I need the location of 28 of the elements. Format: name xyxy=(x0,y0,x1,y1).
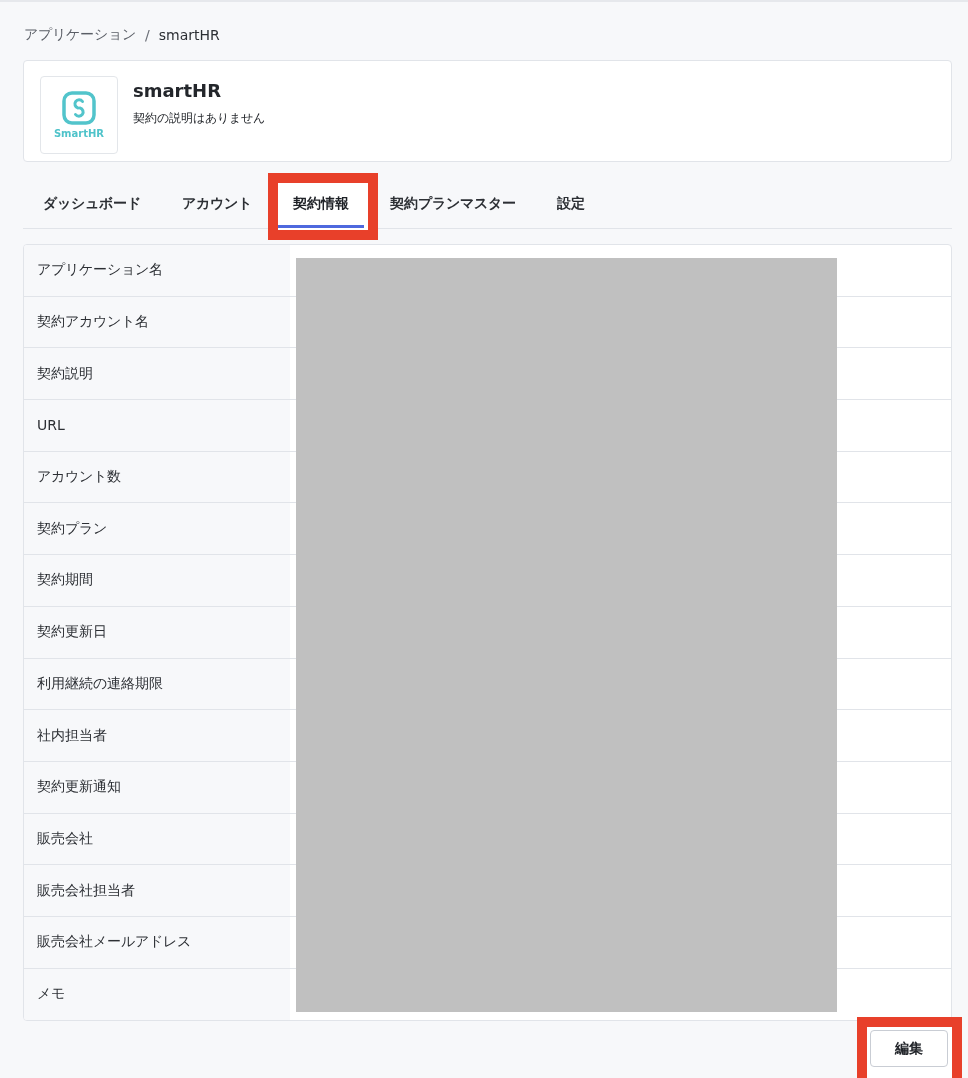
breadcrumb-link[interactable]: アプリケーション xyxy=(24,26,136,44)
row-label: 契約期間 xyxy=(24,555,290,606)
row-label: 契約プラン xyxy=(24,503,290,555)
row-label: 社内担当者 xyxy=(24,710,290,761)
row-label: 販売会社 xyxy=(24,813,290,865)
tab[interactable]: 契約プランマスター xyxy=(375,179,531,228)
row-label: 契約更新日 xyxy=(24,606,290,658)
row-label: 販売会社担当者 xyxy=(24,865,290,916)
row-label: 契約アカウント名 xyxy=(24,296,290,348)
row-label: アプリケーション名 xyxy=(24,245,290,296)
edit-button[interactable]: 編集 xyxy=(870,1030,948,1068)
tab[interactable]: アカウント xyxy=(167,179,267,228)
app-title: smartHR xyxy=(133,79,223,103)
row-label: 契約更新通知 xyxy=(24,761,290,813)
row-label: メモ xyxy=(24,968,290,1021)
tab[interactable]: 設定 xyxy=(542,179,600,228)
logo-wordmark: SmartHR xyxy=(53,128,105,139)
row-label: 利用継続の連絡期限 xyxy=(24,658,290,710)
breadcrumb-current: smartHR xyxy=(158,27,220,43)
breadcrumb-separator: / xyxy=(145,27,150,43)
logo-mark-icon xyxy=(62,91,96,125)
app-description: 契約の説明はありません xyxy=(133,110,265,126)
row-label: 契約説明 xyxy=(24,348,290,400)
row-label: URL xyxy=(24,400,290,451)
tab[interactable]: ダッシュボード xyxy=(28,179,156,228)
row-label: アカウント数 xyxy=(24,451,290,503)
row-label: 販売会社メールアドレス xyxy=(24,916,290,968)
tab[interactable]: 契約情報 xyxy=(278,179,364,228)
